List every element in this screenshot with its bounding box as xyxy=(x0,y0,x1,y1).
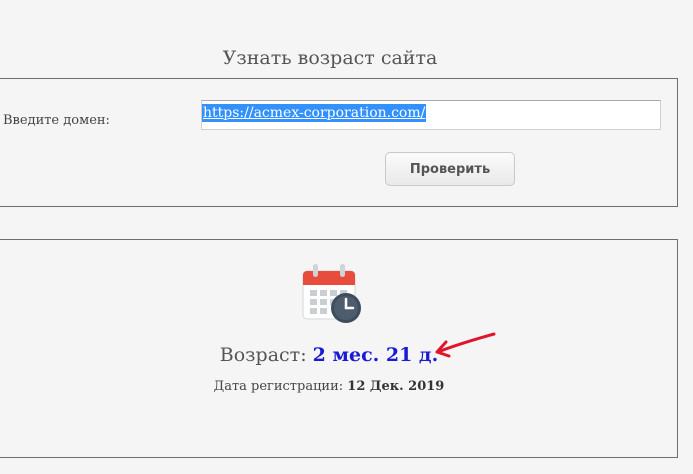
registration-value: 12 Дек. 2019 xyxy=(347,379,445,394)
red-arrow-annotation-icon xyxy=(435,332,496,358)
registration-label: Дата регистрации: xyxy=(213,379,344,394)
check-button[interactable]: Проверить xyxy=(385,152,515,186)
domain-input[interactable]: https://acmex-corporation.com/ xyxy=(201,100,661,130)
age-line: Возраст: 2 мес. 21 д. xyxy=(0,344,659,366)
result-panel: Возраст: 2 мес. 21 д. Дата регистрации: … xyxy=(0,239,678,458)
registration-line: Дата регистрации: 12 Дек. 2019 xyxy=(0,379,659,394)
calendar-clock-icon xyxy=(302,264,361,323)
age-label: Возраст: xyxy=(219,344,307,366)
page-title: Узнать возраст сайта xyxy=(222,47,438,69)
domain-form-panel: Введите домен: https://acmex-corporation… xyxy=(0,78,678,207)
age-value: 2 мес. 21 д. xyxy=(312,344,439,366)
domain-label: Введите домен: xyxy=(3,113,110,128)
domain-input-value[interactable]: https://acmex-corporation.com/ xyxy=(202,104,427,122)
